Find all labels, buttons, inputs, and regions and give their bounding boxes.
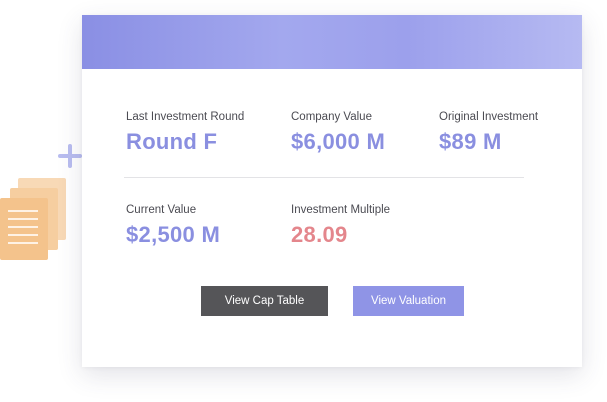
stat-last-investment-round: Last Investment Round Round F	[126, 111, 244, 155]
card-header-banner	[82, 15, 582, 69]
stat-value: Round F	[126, 129, 218, 154]
document-line	[8, 210, 38, 212]
plus-icon	[58, 144, 82, 168]
section-divider	[124, 177, 524, 178]
stat-label: Current Value	[126, 204, 197, 216]
stat-current-value: Current Value $2,500 M	[126, 204, 220, 248]
stat-label: Last Investment Round	[126, 111, 245, 123]
stat-label: Investment Multiple	[291, 204, 391, 216]
stat-value: 28.09	[291, 222, 348, 247]
stat-value: $89 M	[439, 129, 502, 154]
documents-icon	[0, 170, 70, 265]
document-line	[8, 242, 38, 244]
document-line	[8, 218, 38, 220]
document-line	[8, 226, 38, 228]
stat-label: Company Value	[291, 111, 372, 123]
stat-company-value: Company Value $6,000 M	[291, 111, 385, 155]
stat-value: $6,000 M	[291, 129, 386, 154]
stat-value: $2,500 M	[126, 222, 221, 247]
view-valuation-button[interactable]: View Valuation	[353, 286, 464, 316]
stat-label: Original Investment	[439, 111, 539, 123]
stat-investment-multiple: Investment Multiple 28.09	[291, 204, 390, 248]
document-sheet-front	[0, 198, 48, 260]
view-cap-table-button[interactable]: View Cap Table	[201, 286, 328, 316]
investment-summary-card: Last Investment Round Round F Company Va…	[82, 15, 582, 367]
stat-original-investment: Original Investment $89 M	[439, 111, 538, 155]
document-line	[8, 234, 38, 236]
